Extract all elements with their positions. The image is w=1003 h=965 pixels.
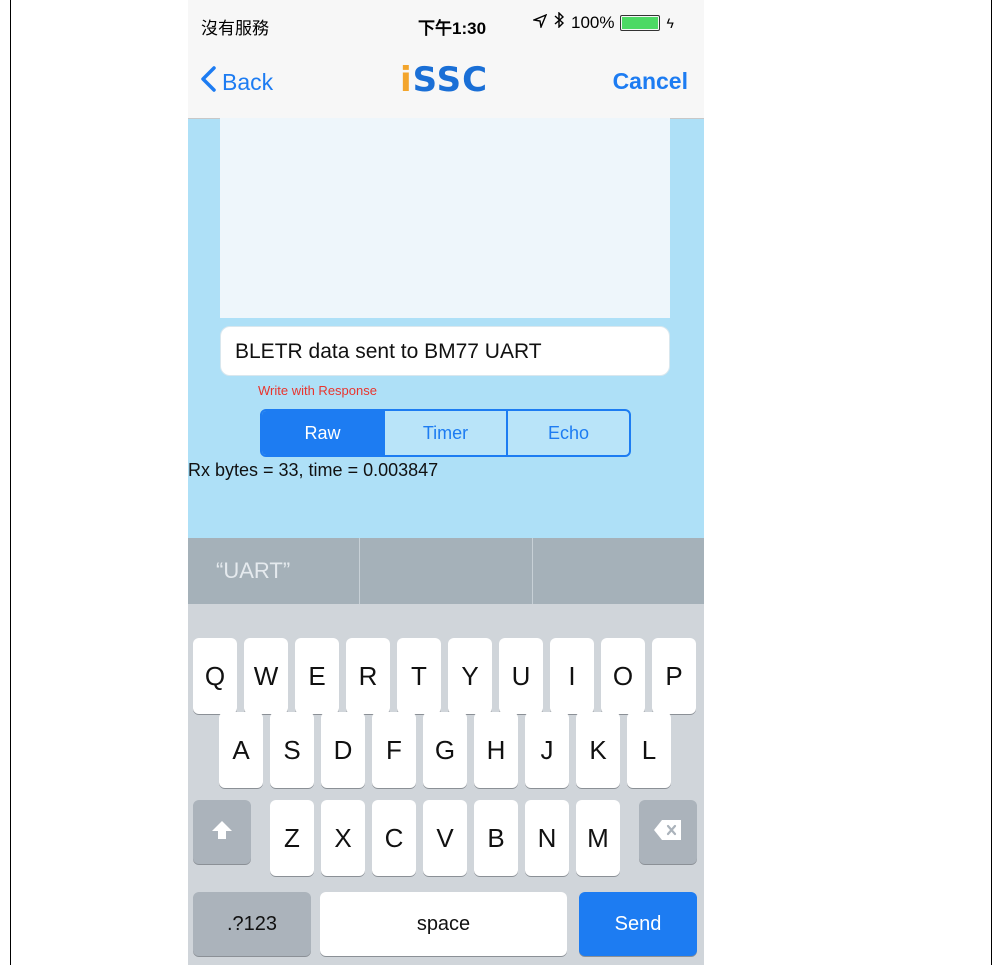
key-o[interactable]: O [601,638,645,714]
send-key[interactable]: Send [579,892,697,956]
rx-status-text: Rx bytes = 33, time = 0.003847 [188,460,439,480]
key-c[interactable]: C [372,800,416,876]
key-b[interactable]: B [474,800,518,876]
navigation-bar: Back iSSC Cancel [188,40,704,119]
key-k[interactable]: K [576,712,620,788]
segment-raw[interactable]: Raw [262,411,383,455]
key-s[interactable]: S [270,712,314,788]
received-data-textview[interactable] [220,118,670,318]
bluetooth-icon [553,11,565,33]
charging-bolt-icon: ϟ [666,14,674,31]
key-i[interactable]: I [550,638,594,714]
battery-icon [620,14,661,31]
shift-key[interactable] [193,800,251,864]
carrier-label: 沒有服務 [201,19,269,38]
key-d[interactable]: D [321,712,365,788]
key-w[interactable]: W [244,638,288,714]
keyboard: Q W E R T Y U I O P A S D F G H J K L Z … [188,604,704,965]
key-z[interactable]: Z [270,800,314,876]
segment-timer[interactable]: Timer [383,411,506,455]
key-j[interactable]: J [525,712,569,788]
key-n[interactable]: N [525,800,569,876]
chevron-left-icon [200,66,216,98]
key-e[interactable]: E [295,638,339,714]
send-text-field[interactable]: BLETR data sent to BM77 UART [220,326,670,376]
key-y[interactable]: Y [448,638,492,714]
logo-rest: SSC [412,60,489,100]
key-a[interactable]: A [219,712,263,788]
logo-i: i [400,60,413,100]
battery-percent: 100% [571,12,615,32]
key-v[interactable]: V [423,800,467,876]
suggestion-3[interactable] [531,538,704,604]
backspace-icon [653,817,683,848]
clock: 下午1:30 [418,19,487,38]
issc-logo: iSSC [400,60,488,100]
suggestion-1[interactable]: “UART” [188,538,359,604]
phone-screen: 沒有服務 下午1:30 100% ϟ Back iSSC Cancel BLET… [188,0,704,965]
delete-key[interactable] [639,800,697,864]
space-key[interactable]: space [320,892,567,956]
back-label: Back [222,68,274,95]
status-right: 100% ϟ [531,11,674,33]
segment-echo[interactable]: Echo [506,411,629,455]
key-p[interactable]: P [652,638,696,714]
key-f[interactable]: F [372,712,416,788]
key-q[interactable]: Q [193,638,237,714]
location-arrow-icon [531,13,548,33]
shift-icon [210,817,234,848]
key-m[interactable]: M [576,800,620,876]
numbers-key[interactable]: .?123 [193,892,311,956]
back-button[interactable]: Back [200,66,273,98]
key-g[interactable]: G [423,712,467,788]
suggestion-bar: “UART” [188,538,704,604]
key-l[interactable]: L [627,712,671,788]
mode-segmented-control: Raw Timer Echo [260,409,631,457]
key-x[interactable]: X [321,800,365,876]
status-bar: 沒有服務 下午1:30 100% ϟ [188,0,704,40]
key-u[interactable]: U [499,638,543,714]
key-r[interactable]: R [346,638,390,714]
cancel-button[interactable]: Cancel [613,68,688,95]
write-mode-label[interactable]: Write with Response [258,383,377,398]
key-h[interactable]: H [474,712,518,788]
suggestion-2[interactable] [359,538,531,604]
key-t[interactable]: T [397,638,441,714]
